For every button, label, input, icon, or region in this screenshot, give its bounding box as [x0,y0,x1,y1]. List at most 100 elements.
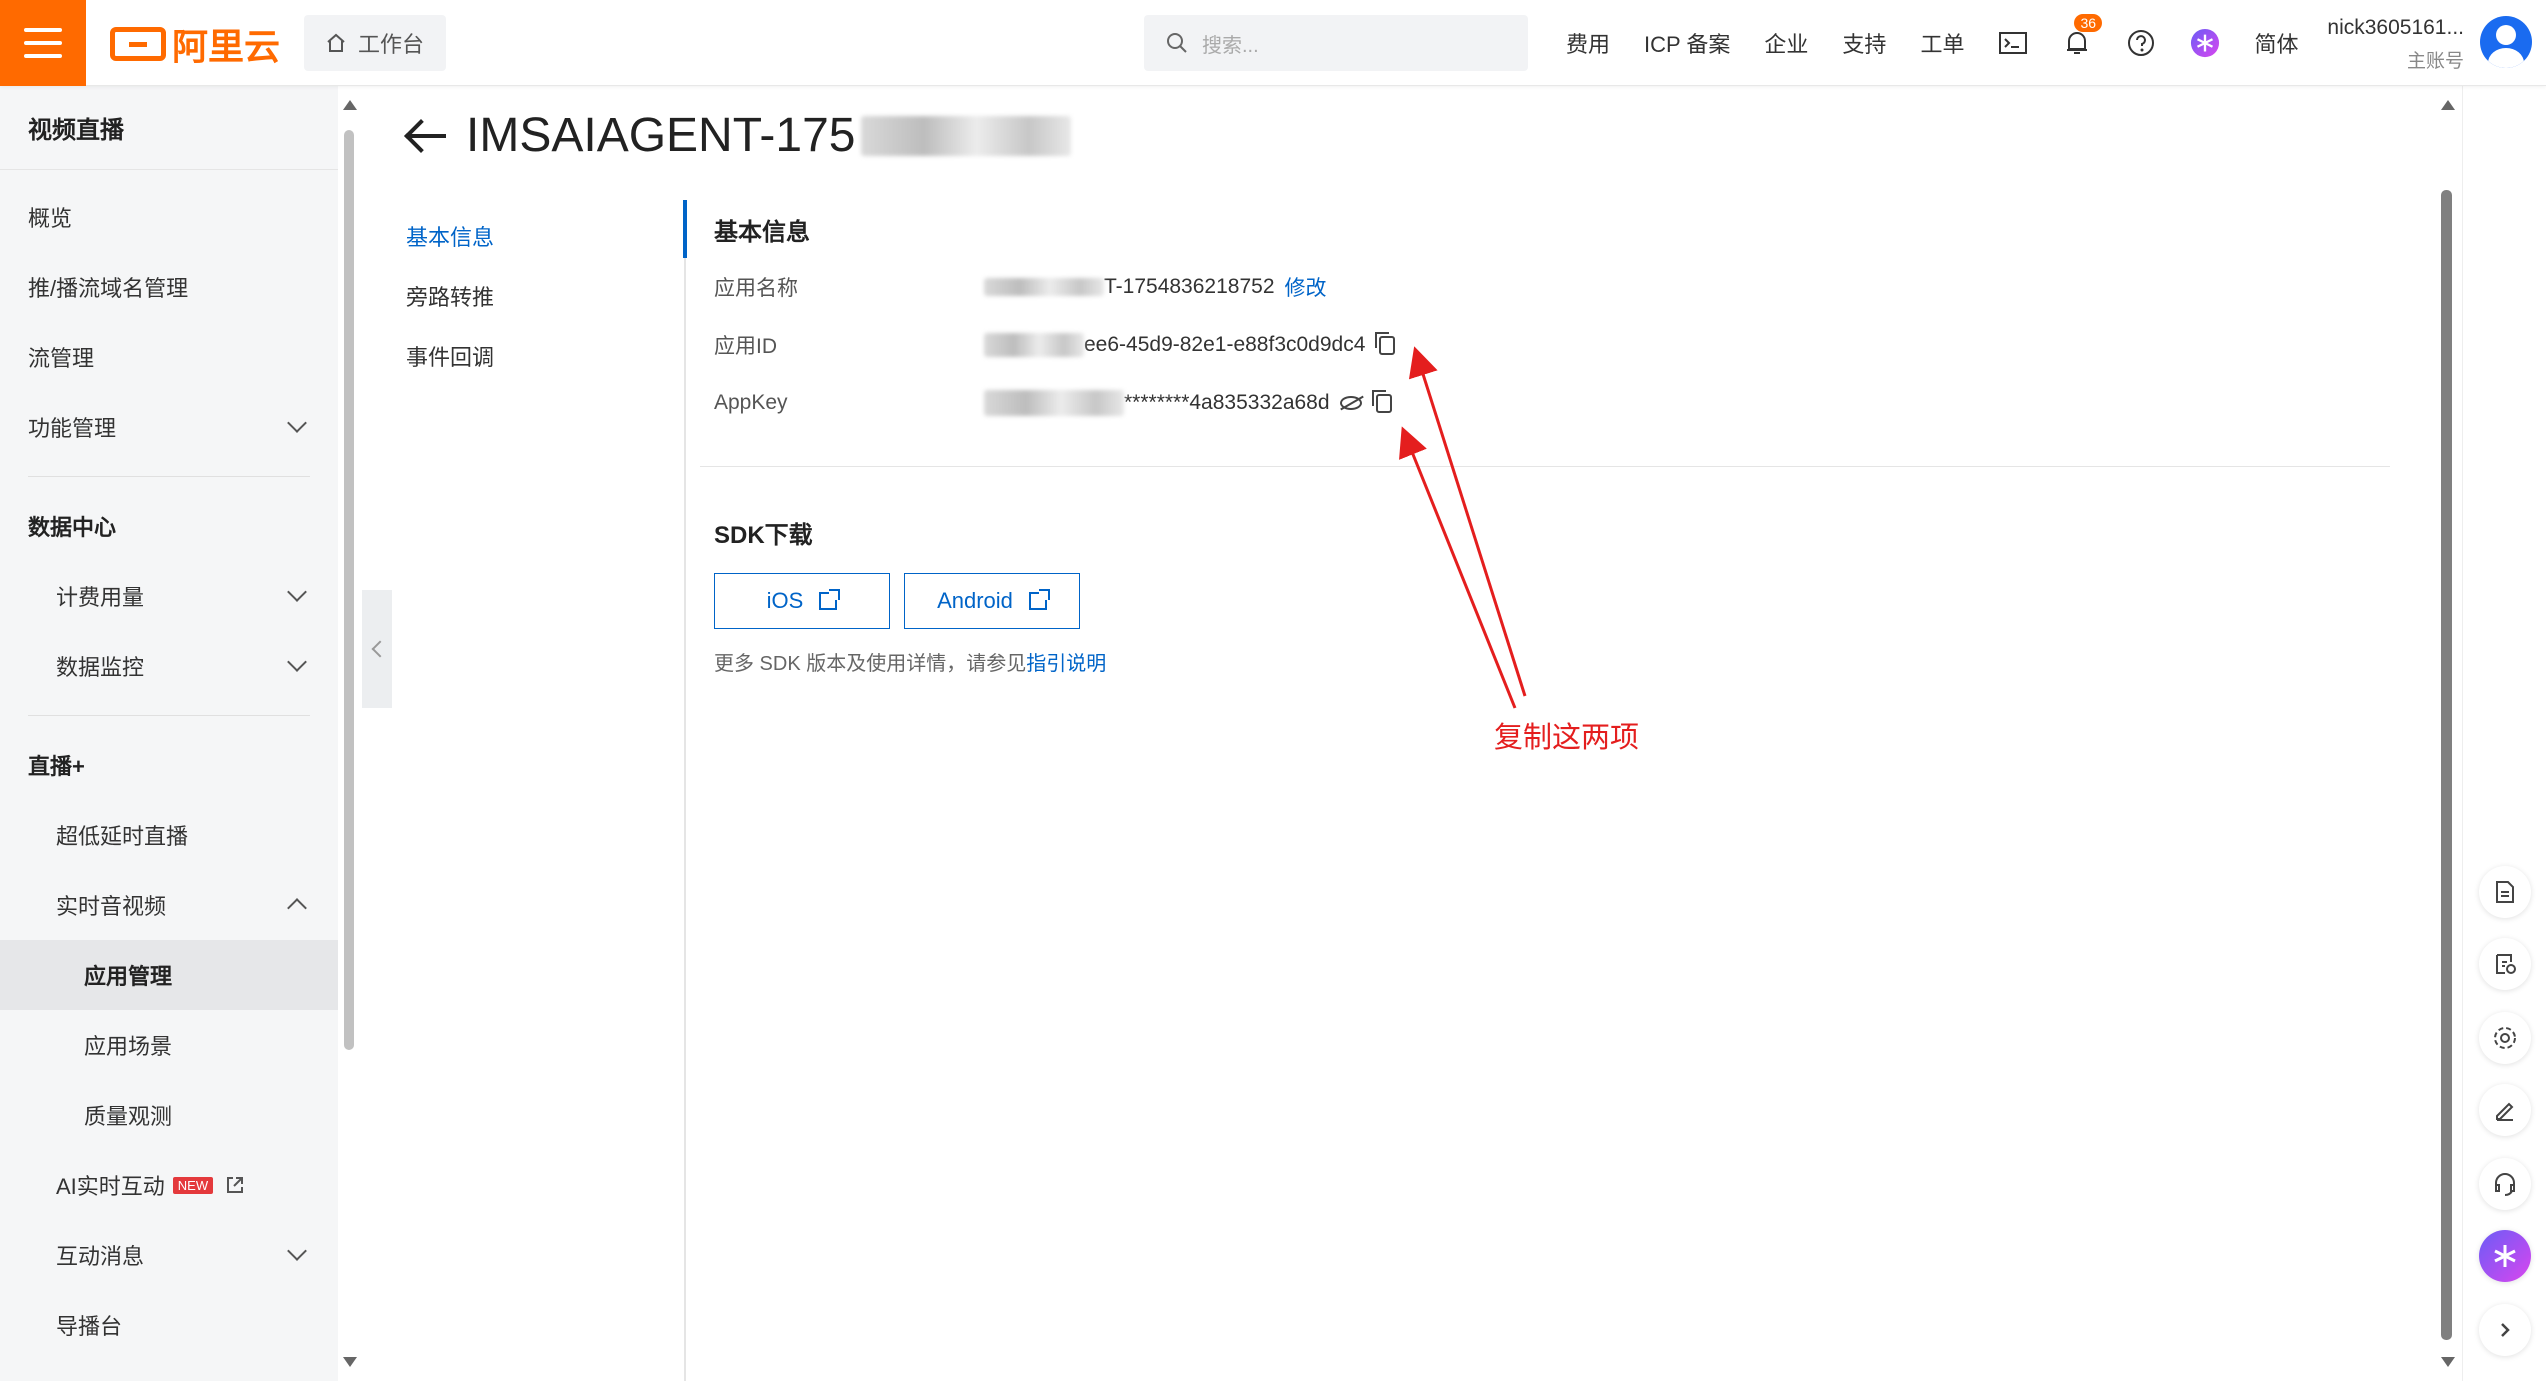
sidebar-item-stream[interactable]: 流管理 [0,322,338,392]
scroll-thumb[interactable] [2441,190,2452,1340]
nav-support[interactable]: 支持 [1842,27,1886,59]
back-arrow-icon[interactable] [404,116,446,156]
sidebar-item-domain[interactable]: 推/播流域名管理 [0,252,338,322]
search-placeholder: 搜索... [1202,34,1259,57]
chevron-up-icon [287,898,307,918]
external-link-icon [1028,589,1050,610]
search-input[interactable]: 搜索... [1144,15,1528,71]
app-id-row: 应用ID ee6-45d9-82e1-e88f3c0d9dc4 [714,316,2414,374]
appkey-label: AppKey [714,391,788,414]
scroll-up-icon[interactable] [2441,100,2455,110]
appkey-value-group: ********4a835332a68d [984,389,1392,416]
scroll-up-icon[interactable] [343,100,357,110]
terminal-icon[interactable] [1998,28,2028,58]
sidebar-divider [28,476,310,477]
redacted-area [861,115,1072,156]
gear-icon[interactable] [2479,1012,2531,1064]
sidebar-item-app-management[interactable]: 应用管理 [0,940,338,1010]
nav-enterprise[interactable]: 企业 [1764,27,1808,59]
section-divider [700,466,2390,467]
sidebar-item-overview[interactable]: 概览 [0,182,338,252]
sidebar-item-label: 应用场景 [84,1034,173,1059]
ios-sdk-button[interactable]: iOS [714,573,890,629]
eye-hidden-icon[interactable] [1339,396,1362,410]
sidebar-item-low-latency[interactable]: 超低延时直播 [0,800,338,870]
api-icon[interactable] [2479,938,2531,990]
sdk-title: SDK下载 [714,521,813,549]
sidebar-group-label: 直播+ [28,754,85,779]
sidebar-divider [28,715,310,716]
sidebar-item-label: 应用管理 [84,964,173,989]
chevron-right-icon[interactable] [2479,1304,2531,1356]
page-title: IMSAIAGENT-175 [404,108,1072,163]
external-link-icon [819,589,841,610]
user-info[interactable]: nick3605161... 主账号 [2324,16,2464,73]
bell-icon[interactable]: 36 [2062,14,2103,58]
nav-fees[interactable]: 费用 [1566,27,1610,59]
app-id-value: ee6-45d9-82e1-e88f3c0d9dc4 [1084,333,1366,356]
avatar[interactable] [2480,16,2532,68]
help-icon[interactable] [2126,28,2156,58]
workbench-button[interactable]: 工作台 [304,15,446,71]
app-id-label: 应用ID [714,335,777,358]
sidebar-item-label: 导播台 [56,1314,123,1339]
copy-icon[interactable] [1371,389,1392,413]
edit-link[interactable]: 修改 [1285,272,1327,302]
sidebar-item-app-scenes[interactable]: 应用场景 [0,1010,338,1080]
aliyun-logo[interactable]: 阿里云 [110,22,280,67]
nav-ticket[interactable]: 工单 [1920,27,1964,59]
top-nav: 费用 ICP 备案 企业 支持 工单 36 简体 [1566,0,2298,86]
appkey-value: ********4a835332a68d [1124,391,1330,414]
annotation-text: 复制这两项 [1494,722,1640,754]
user-name: nick3605161... [2327,16,2464,39]
workbench-label: 工作台 [357,32,424,57]
external-link-icon [227,1177,244,1193]
sidebar-item-rtc[interactable]: 实时音视频 [0,870,338,940]
appkey-row: AppKey ********4a835332a68d [714,374,2414,432]
redacted-area [984,390,1124,416]
sidebar-item-features[interactable]: 功能管理 [0,392,338,462]
subnav-bypass-push[interactable]: 旁路转推 [406,266,646,326]
android-label: Android [937,588,1013,613]
sidebar-item-billing[interactable]: 计费用量 [0,561,338,631]
scroll-down-icon[interactable] [2441,1357,2455,1367]
edit-icon[interactable] [2479,1084,2531,1136]
app-name-value-group: T-1754836218752 修改 [984,272,1327,302]
copy-icon[interactable] [1375,331,1396,355]
ai-assistant-icon[interactable] [2190,28,2220,58]
headset-icon[interactable] [2479,1158,2531,1210]
new-badge: NEW [172,1176,214,1194]
app-name-label: 应用名称 [714,277,798,300]
ai-assistant-icon[interactable] [2479,1230,2531,1282]
sdk-note: 更多 SDK 版本及使用详情，请参见指引说明 [714,647,2414,676]
guide-link[interactable]: 指引说明 [1026,653,1106,675]
sidebar-scrollbar[interactable] [338,86,360,1381]
scroll-down-icon[interactable] [343,1357,357,1367]
chevron-down-icon [287,1241,307,1261]
sidebar-item-messages[interactable]: 互动消息 [0,1220,338,1290]
redacted-area [984,333,1084,357]
notification-badge: 36 [2074,14,2103,32]
main-scrollbar[interactable] [2436,86,2458,1381]
nav-icp[interactable]: ICP 备案 [1644,27,1730,59]
aliyun-logo-icon [110,27,166,61]
collapse-sidebar-button[interactable] [362,590,392,708]
android-sdk-button[interactable]: Android [904,573,1080,629]
sidebar-item-monitor[interactable]: 数据监控 [0,631,338,701]
sidebar-item-label: 推/播流域名管理 [28,276,189,301]
sidebar-item-director[interactable]: 导播台 [0,1290,338,1360]
document-icon[interactable] [2479,866,2531,918]
ios-label: iOS [766,588,804,613]
subnav-basic-info[interactable]: 基本信息 [406,206,646,266]
sidebar-item-quality[interactable]: 质量观测 [0,1080,338,1150]
hamburger-menu-icon[interactable] [0,0,86,86]
subnav-event-callback[interactable]: 事件回调 [406,326,646,386]
sidebar-item-label: 超低延时直播 [56,824,189,849]
sidebar-item-label: 功能管理 [28,416,117,441]
app-name-value: T-1754836218752 [1104,275,1275,298]
sidebar-item-ai-interaction[interactable]: AI实时互动 NEW [0,1150,338,1220]
scroll-thumb[interactable] [344,130,354,1050]
sidebar-item-label: 实时音视频 [56,894,167,919]
language-switch[interactable]: 简体 [2254,27,2298,59]
chevron-down-icon [287,652,307,672]
